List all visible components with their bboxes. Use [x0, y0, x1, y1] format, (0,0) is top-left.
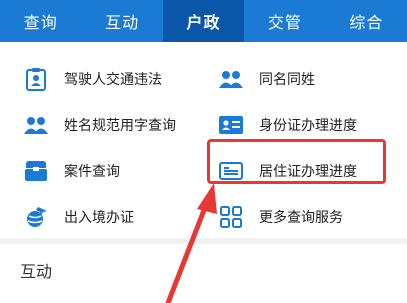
menu-item-label: 案件查询 [64, 164, 120, 180]
folder-icon [24, 159, 48, 183]
menu-item-residence-permit-progress[interactable]: 居住证办理进度 [203, 148, 407, 194]
menu-item-driver-violation[interactable]: 驾驶人交通违法 [0, 56, 203, 102]
menu-item-label: 同名同姓 [259, 72, 315, 88]
id-card-icon [219, 113, 243, 137]
menu-item-label: 居住证办理进度 [259, 164, 357, 180]
service-grid: 驾驶人交通违法 同名同姓 姓名规范用字查询 身份证办理进度 案件查询 居住证办理… [0, 56, 407, 240]
tab-general[interactable]: 综合 [326, 0, 407, 42]
menu-item-more-services[interactable]: 更多查询服务 [203, 194, 407, 240]
tab-interact[interactable]: 互动 [81, 0, 162, 42]
tab-traffic[interactable]: 交管 [244, 0, 325, 42]
menu-item-same-name[interactable]: 同名同姓 [203, 56, 407, 102]
menu-item-exit-entry[interactable]: 出入境办证 [0, 194, 203, 240]
menu-item-case-query[interactable]: 案件查询 [0, 148, 203, 194]
interact-section: 互动 [0, 244, 407, 303]
people-icon [219, 67, 243, 91]
tab-household[interactable]: 户政 [162, 0, 245, 42]
grid-icon [219, 205, 243, 229]
globe-plane-icon [24, 205, 48, 229]
tab-query[interactable]: 查询 [0, 0, 81, 42]
menu-item-id-card-progress[interactable]: 身份证办理进度 [203, 102, 407, 148]
residence-card-icon [219, 159, 243, 183]
driver-clipboard-icon [24, 67, 48, 91]
menu-item-label: 更多查询服务 [259, 210, 343, 226]
section-title: 互动 [20, 262, 53, 281]
menu-item-label: 姓名规范用字查询 [64, 118, 176, 134]
menu-item-name-standard[interactable]: 姓名规范用字查询 [0, 102, 203, 148]
menu-item-label: 出入境办证 [64, 210, 134, 226]
service-menu-panel: 驾驶人交通违法 同名同姓 姓名规范用字查询 身份证办理进度 案件查询 居住证办理… [0, 42, 407, 238]
top-tab-bar: 查询 互动 户政 交管 综合 [0, 0, 407, 42]
people-icon [24, 113, 48, 137]
menu-item-label: 身份证办理进度 [259, 118, 357, 134]
menu-item-label: 驾驶人交通违法 [64, 72, 162, 88]
